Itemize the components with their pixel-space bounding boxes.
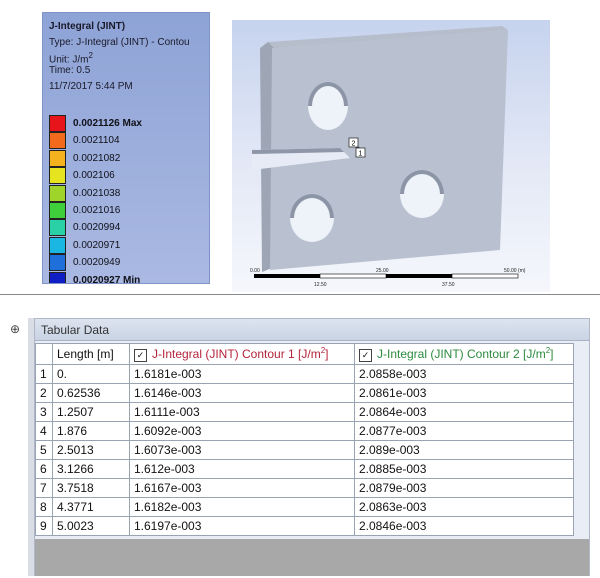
contour-2-label: J-Integral (JINT) Contour 2 [J/m2]	[377, 346, 554, 362]
cell-contour-1[interactable]: 1.6197e-003	[129, 516, 355, 536]
legend-level-label: 0.0021126 Max	[73, 118, 142, 129]
legend-level-label: 0.0020994	[73, 222, 121, 234]
pin-icon[interactable]: ⊕	[10, 322, 20, 336]
table-row[interactable]: 9 5.0023 1.6197e-003 2.0846e-003	[35, 516, 574, 536]
model-graphics[interactable]: 2 1 0.00 25.00 50.00 (m) 12.50 37.50	[232, 20, 550, 292]
row-index[interactable]: 5	[35, 440, 53, 460]
cell-contour-2[interactable]: 2.089e-003	[354, 440, 574, 460]
cell-length[interactable]: 0.	[52, 364, 130, 384]
legend-level-label: 0.0021082	[73, 152, 121, 164]
row-index-header	[35, 343, 53, 365]
legend-swatch	[49, 149, 66, 167]
tabular-data-title: Tabular Data	[35, 319, 589, 341]
legend-swatch	[49, 219, 66, 237]
legend-swatch	[49, 184, 66, 202]
legend-panel: J-Integral (JINT) Type: J-Integral (JINT…	[42, 12, 210, 284]
row-index[interactable]: 9	[35, 516, 53, 536]
cell-contour-1[interactable]: 1.6167e-003	[129, 478, 355, 498]
svg-text:37.50: 37.50	[442, 282, 455, 288]
marker-1-label: 1	[359, 151, 363, 158]
legend-title: J-Integral (JINT)	[49, 21, 126, 32]
cell-contour-1[interactable]: 1.612e-003	[129, 459, 355, 479]
table-header-row: Length [m] ✓ J-Integral (JINT) Contour 1 …	[35, 343, 574, 365]
cell-contour-2[interactable]: 2.0863e-003	[354, 497, 574, 517]
cell-length[interactable]: 3.1266	[52, 459, 130, 479]
divider	[0, 294, 600, 295]
legend-level-label: 0.0021104	[73, 135, 120, 147]
cell-length[interactable]: 1.2507	[52, 402, 130, 422]
legend-swatch	[49, 167, 66, 185]
cell-contour-2[interactable]: 2.0864e-003	[354, 402, 574, 422]
table-row[interactable]: 4 1.876 1.6092e-003 2.0877e-003	[35, 421, 574, 441]
column-header-contour-1[interactable]: ✓ J-Integral (JINT) Contour 1 [J/m2]	[129, 343, 355, 365]
legend-level-label: 0.0020949	[73, 257, 121, 269]
legend-unit: Unit: J/m2	[49, 51, 93, 66]
table-row[interactable]: 1 0. 1.6181e-003 2.0858e-003	[35, 364, 574, 384]
cell-contour-1[interactable]: 1.6073e-003	[129, 440, 355, 460]
legend-swatch	[49, 115, 66, 132]
svg-text:12.50: 12.50	[314, 282, 327, 288]
cell-length[interactable]: 3.7518	[52, 478, 130, 498]
legend-date: 11/7/2017 5:44 PM	[49, 81, 133, 92]
tabular-data-table: Length [m] ✓ J-Integral (JINT) Contour 1 …	[35, 343, 574, 536]
table-empty-area	[35, 539, 589, 576]
legend-level-label: 0.002106	[73, 170, 115, 182]
cell-contour-2[interactable]: 2.0858e-003	[354, 364, 574, 384]
cell-contour-2[interactable]: 2.0879e-003	[354, 478, 574, 498]
cell-length[interactable]: 4.3771	[52, 497, 130, 517]
legend-type: Type: J-Integral (JINT) - Contou	[49, 37, 190, 48]
legend-swatch	[49, 254, 66, 272]
table-row[interactable]: 3 1.2507 1.6111e-003 2.0864e-003	[35, 402, 574, 422]
legend-level-label: 0.0020971	[73, 239, 121, 251]
marker-2-label: 2	[352, 141, 356, 148]
cell-contour-1[interactable]: 1.6181e-003	[129, 364, 355, 384]
row-index[interactable]: 1	[35, 364, 53, 384]
svg-text:50.00 (m): 50.00 (m)	[504, 268, 526, 274]
cell-contour-1[interactable]: 1.6182e-003	[129, 497, 355, 517]
cell-contour-1[interactable]: 1.6092e-003	[129, 421, 355, 441]
cell-length[interactable]: 0.62536	[52, 383, 130, 403]
cell-length[interactable]: 2.5013	[52, 440, 130, 460]
cell-contour-2[interactable]: 2.0877e-003	[354, 421, 574, 441]
model-viewport[interactable]: 2 1 0.00 25.00 50.00 (m) 12.50 37.50	[232, 20, 550, 292]
cell-contour-2[interactable]: 2.0861e-003	[354, 383, 574, 403]
legend-level-label: 0.0021016	[73, 205, 121, 216]
row-index[interactable]: 2	[35, 383, 53, 403]
cell-contour-2[interactable]: 2.0846e-003	[354, 516, 574, 536]
legend-swatch	[49, 202, 66, 219]
row-index[interactable]: 3	[35, 402, 53, 422]
svg-text:25.00: 25.00	[376, 268, 389, 274]
row-index[interactable]: 4	[35, 421, 53, 441]
row-index[interactable]: 7	[35, 478, 53, 498]
legend-swatch	[49, 271, 66, 283]
column-header-contour-2[interactable]: ✓ J-Integral (JINT) Contour 2 [J/m2]	[354, 343, 574, 365]
table-row[interactable]: 6 3.1266 1.612e-003 2.0885e-003	[35, 459, 574, 479]
legend-level-label: 0.0020927 Min	[73, 274, 141, 284]
legend-swatch	[49, 132, 66, 150]
contour-1-checkbox[interactable]: ✓	[134, 348, 147, 362]
legend-swatch	[49, 236, 66, 254]
cell-length[interactable]: 1.876	[52, 421, 130, 441]
row-index[interactable]: 8	[35, 497, 53, 517]
table-row[interactable]: 5 2.5013 1.6073e-003 2.089e-003	[35, 440, 574, 460]
legend-time: Time: 0.5	[49, 65, 91, 76]
cell-length[interactable]: 5.0023	[52, 516, 130, 536]
contour-2-checkbox[interactable]: ✓	[359, 348, 372, 362]
cell-contour-2[interactable]: 2.0885e-003	[354, 459, 574, 479]
cell-contour-1[interactable]: 1.6146e-003	[129, 383, 355, 403]
tabular-data-panel: Tabular Data Length [m] ✓ J-Integral (JIN…	[34, 318, 590, 576]
table-row[interactable]: 7 3.7518 1.6167e-003 2.0879e-003	[35, 478, 574, 498]
contour-1-label: J-Integral (JINT) Contour 1 [J/m2]	[152, 346, 329, 362]
table-row[interactable]: 8 4.3771 1.6182e-003 2.0863e-003	[35, 497, 574, 517]
table-row[interactable]: 2 0.62536 1.6146e-003 2.0861e-003	[35, 383, 574, 403]
row-index[interactable]: 6	[35, 459, 53, 479]
cell-contour-1[interactable]: 1.6111e-003	[129, 402, 355, 422]
scale-bar: 0.00 25.00 50.00 (m) 12.50 37.50	[250, 268, 526, 288]
column-header-length[interactable]: Length [m]	[52, 343, 130, 365]
svg-text:0.00: 0.00	[250, 268, 260, 274]
legend-level-label: 0.0021038	[73, 187, 121, 199]
